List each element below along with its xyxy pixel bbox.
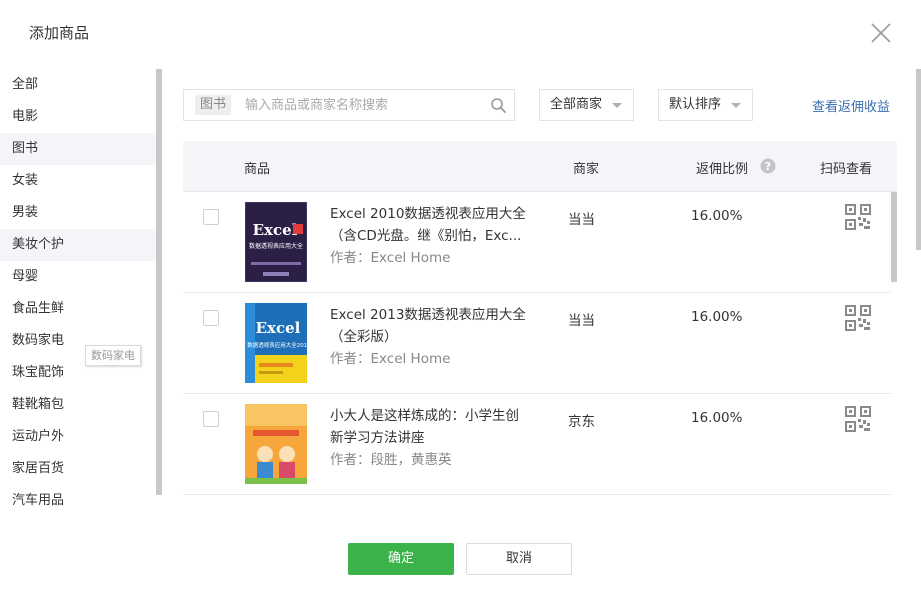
search-icon[interactable] [490,97,507,114]
product-author: 作者：Excel Home [330,351,451,367]
view-earnings-link[interactable]: 查看返佣收益 [812,96,890,115]
product-author: 作者：段胜，黄惠英 [330,452,452,468]
table-header: 商品 商家 返佣比例 ? 扫码查看 [183,141,897,192]
product-table: Excel 数据透视表应用大全 Excel 2010数据透视表应用大全 （含CD… [183,192,897,495]
product-title[interactable]: 小大人是这样炼成的：小学生创 新学习方法讲座 [330,405,540,449]
category-sidebar: 全部 电影 图书 女装 男装 美妆个护 母婴 食品生鲜 数码家电 珠宝配饰 鞋靴… [0,69,162,507]
sidebar-item-womens-wear[interactable]: 女装 [0,165,156,197]
page-scrollbar[interactable] [916,69,921,250]
help-icon[interactable]: ? [760,158,776,174]
search-box: 图书 [183,89,515,121]
product-title[interactable]: Excel 2013数据透视表应用大全 （全彩版） [330,304,540,348]
search-input[interactable] [245,94,481,116]
book-cover-image[interactable]: Excel 数据透视表应用大全2013 [245,303,307,383]
category-tooltip: 数码家电 [85,345,141,366]
close-icon[interactable] [870,22,892,44]
product-author: 作者：Excel Home [330,250,451,266]
sidebar-item-baby[interactable]: 母婴 [0,261,156,293]
sidebar-item-mens-wear[interactable]: 男装 [0,197,156,229]
header-ratio: 返佣比例 [696,162,749,177]
confirm-button[interactable]: 确定 [348,543,454,575]
sidebar-item-outdoor[interactable]: 运动户外 [0,421,156,453]
search-category-tag: 图书 [195,95,232,115]
commission-ratio: 16.00% [691,410,743,426]
book-cover-image[interactable]: Excel 数据透视表应用大全 [245,202,307,282]
qr-code-icon[interactable] [845,305,871,331]
sidebar-item-auto[interactable]: 汽车用品 [0,485,156,507]
svg-text:?: ? [765,160,771,173]
commission-ratio: 16.00% [691,208,743,224]
book-cover-image[interactable] [245,404,307,484]
sidebar-item-home[interactable]: 家居百货 [0,453,156,485]
product-title[interactable]: Excel 2010数据透视表应用大全 （含CD光盘。继《别怕，Exc... [330,203,540,247]
cover-title: Excel [256,319,301,337]
chevron-down-icon [612,103,622,108]
sidebar-item-shoes-bags[interactable]: 鞋靴箱包 [0,389,156,421]
sort-dropdown[interactable]: 默认排序 [658,89,753,121]
header-qr: 扫码查看 [820,162,873,177]
table-scrollbar[interactable] [891,192,897,282]
cover-subtitle: 数据透视表应用大全2013 [247,341,307,349]
commission-ratio: 16.00% [691,309,743,325]
sidebar-item-all[interactable]: 全部 [0,69,156,101]
merchant-name: 京东 [568,414,595,430]
sort-label: 默认排序 [669,97,722,112]
merchant-name: 当当 [568,313,595,329]
dialog-title: 添加商品 [29,24,90,42]
header-product: 商品 [244,162,271,177]
row-checkbox[interactable] [203,310,219,326]
table-row: 小大人是这样炼成的：小学生创 新学习方法讲座 作者：段胜，黄惠英 京东 16.0… [183,394,891,495]
qr-code-icon[interactable] [845,406,871,432]
header-merchant: 商家 [573,162,600,177]
chevron-down-icon [731,103,741,108]
row-checkbox[interactable] [203,209,219,225]
cover-subtitle: 数据透视表应用大全 [249,242,303,250]
merchant-filter-label: 全部商家 [550,97,603,112]
sidebar-item-beauty[interactable]: 美妆个护 [0,229,156,261]
merchant-filter-dropdown[interactable]: 全部商家 [539,89,634,121]
row-checkbox[interactable] [203,411,219,427]
sidebar-item-food[interactable]: 食品生鲜 [0,293,156,325]
sidebar-scrollbar[interactable] [156,69,162,495]
table-row: Excel 数据透视表应用大全 Excel 2010数据透视表应用大全 （含CD… [183,192,891,293]
sidebar-item-movies[interactable]: 电影 [0,101,156,133]
cover-title: Excel [253,221,298,239]
table-row: Excel 数据透视表应用大全2013 Excel 2013数据透视表应用大全 … [183,293,891,394]
cancel-button[interactable]: 取消 [466,543,572,575]
merchant-name: 当当 [568,212,595,228]
qr-code-icon[interactable] [845,204,871,230]
sidebar-item-books[interactable]: 图书 [0,133,156,165]
